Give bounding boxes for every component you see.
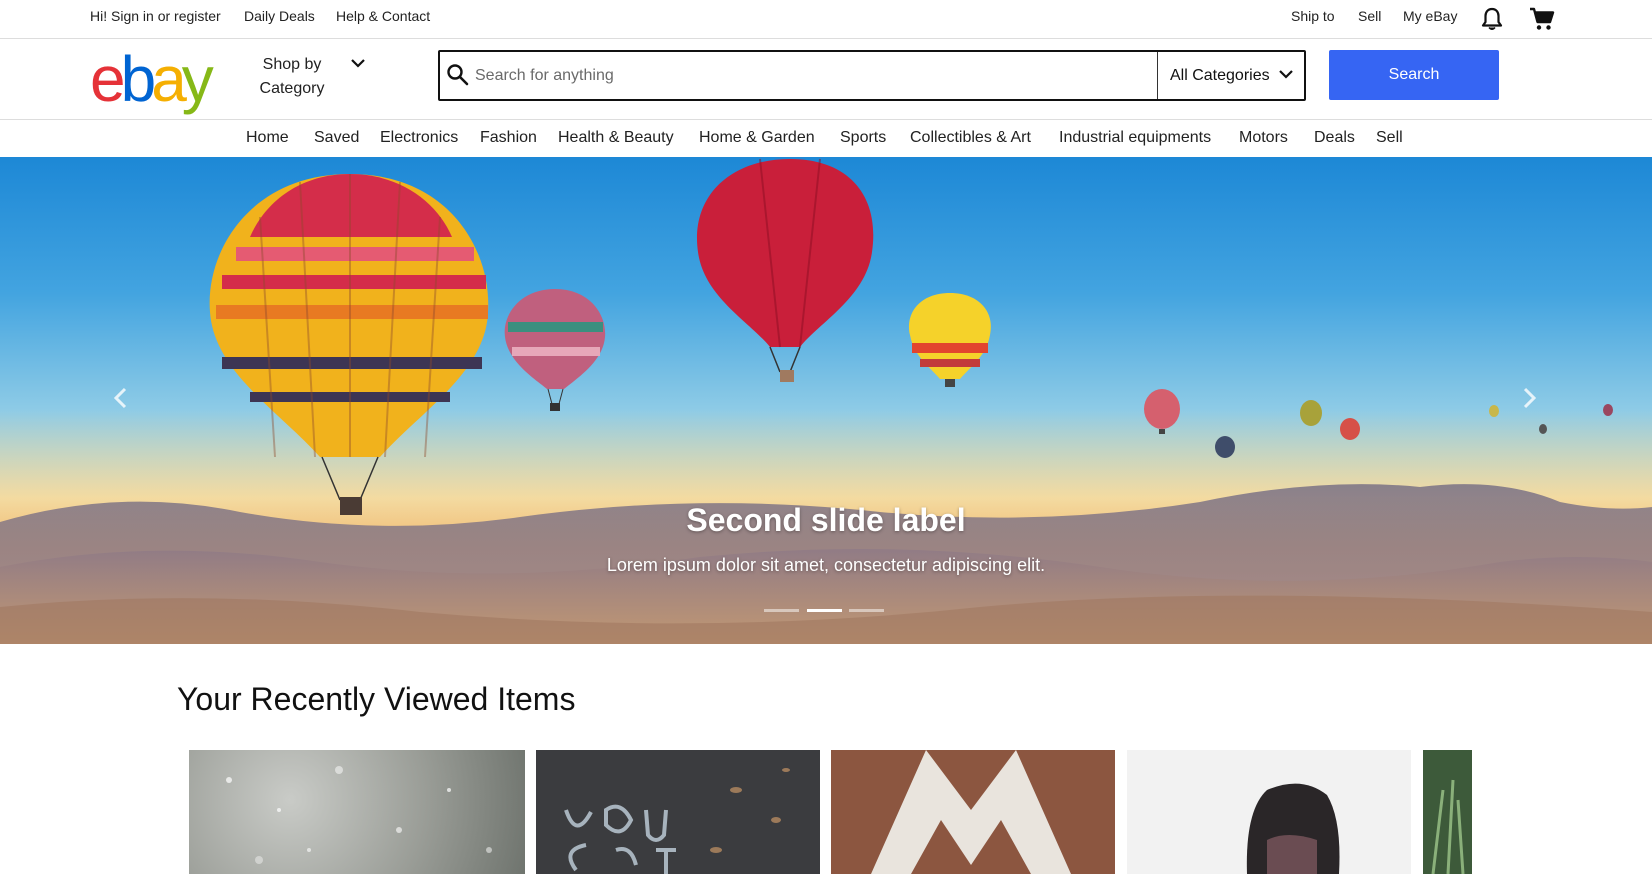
chevron-down-icon [1279, 70, 1293, 79]
carousel-indicator-1[interactable] [764, 609, 799, 612]
nav-item-motors[interactable]: Motors [1239, 129, 1288, 147]
balloon-red [696, 158, 874, 382]
carousel-next-button[interactable] [1514, 383, 1544, 413]
nav-item-home-garden[interactable]: Home & Garden [699, 129, 815, 147]
my-ebay-link[interactable]: My eBay [1403, 8, 1457, 24]
top-utility-bar: Hi! Sign in or register Daily Deals Help… [0, 0, 1652, 39]
chevron-right-icon [1523, 387, 1537, 409]
category-nav: Home Saved Electronics Fashion Health & … [0, 119, 1652, 157]
nav-item-electronics[interactable]: Electronics [380, 129, 458, 147]
ship-to-link[interactable]: Ship to [1291, 8, 1335, 24]
search-bar: All Categories [438, 50, 1306, 101]
logo-letter-y: y [181, 43, 214, 115]
nav-item-saved[interactable]: Saved [314, 129, 359, 147]
category-select[interactable]: All Categories [1157, 52, 1304, 99]
category-select-value: All Categories [1170, 66, 1270, 84]
painted-letter-photo [871, 750, 1071, 874]
chevron-left-icon [113, 387, 127, 409]
balloon-yellow [909, 293, 991, 387]
carousel-indicator-2[interactable] [807, 609, 842, 612]
nav-item-collectibles-art[interactable]: Collectibles & Art [910, 129, 1031, 147]
slide-text: Lorem ipsum dolor sit amet, consectetur … [606, 555, 1046, 575]
recently-viewed-card[interactable] [1423, 750, 1472, 874]
recently-viewed-title: Your Recently Viewed Items [177, 681, 576, 717]
logo-letter-e: e [90, 43, 126, 115]
daily-deals-link[interactable]: Daily Deals [244, 8, 315, 24]
nav-item-industrial-equipments[interactable]: Industrial equipments [1059, 129, 1211, 147]
nav-item-health-beauty[interactable]: Health & Beauty [558, 129, 674, 147]
portrait-photo [1246, 783, 1340, 874]
recently-viewed-card[interactable] [189, 750, 525, 874]
help-contact-link[interactable]: Help & Contact [336, 8, 430, 24]
nav-item-fashion[interactable]: Fashion [480, 129, 537, 147]
logo-letter-a: a [151, 43, 187, 115]
logo-letter-b: b [120, 43, 157, 115]
ebay-logo[interactable]: ebay [90, 43, 214, 115]
search-icon [447, 64, 469, 86]
sell-link[interactable]: Sell [1358, 8, 1381, 24]
hero-carousel: Second slide label Lorem ipsum dolor sit… [0, 157, 1652, 644]
chalk-pavement-photo [564, 768, 790, 874]
balloon-medium [504, 289, 606, 411]
nav-item-deals[interactable]: Deals [1314, 129, 1355, 147]
carousel-prev-button[interactable] [106, 383, 136, 413]
search-button[interactable]: Search [1329, 50, 1499, 100]
recently-viewed-card[interactable] [1127, 750, 1411, 874]
shop-by-category-button[interactable]: Shop by Category [252, 53, 378, 103]
shop-by-category-label: Shop by Category [259, 56, 325, 97]
nav-item-sell[interactable]: Sell [1376, 129, 1403, 147]
slide-title: Second slide label [686, 502, 966, 538]
signin-link[interactable]: Hi! Sign in or register [90, 8, 221, 24]
notification-bell-icon[interactable] [1478, 5, 1506, 33]
recently-viewed-card[interactable] [831, 750, 1115, 874]
recently-viewed-card[interactable] [536, 750, 820, 874]
search-input[interactable] [475, 58, 1155, 93]
chevron-down-icon [351, 59, 365, 68]
snow-photo [226, 766, 492, 864]
carousel-indicator-3[interactable] [849, 609, 884, 612]
nav-item-sports[interactable]: Sports [840, 129, 886, 147]
plant-photo [1431, 779, 1465, 874]
cart-icon[interactable] [1528, 5, 1556, 33]
nav-item-home[interactable]: Home [246, 129, 289, 147]
